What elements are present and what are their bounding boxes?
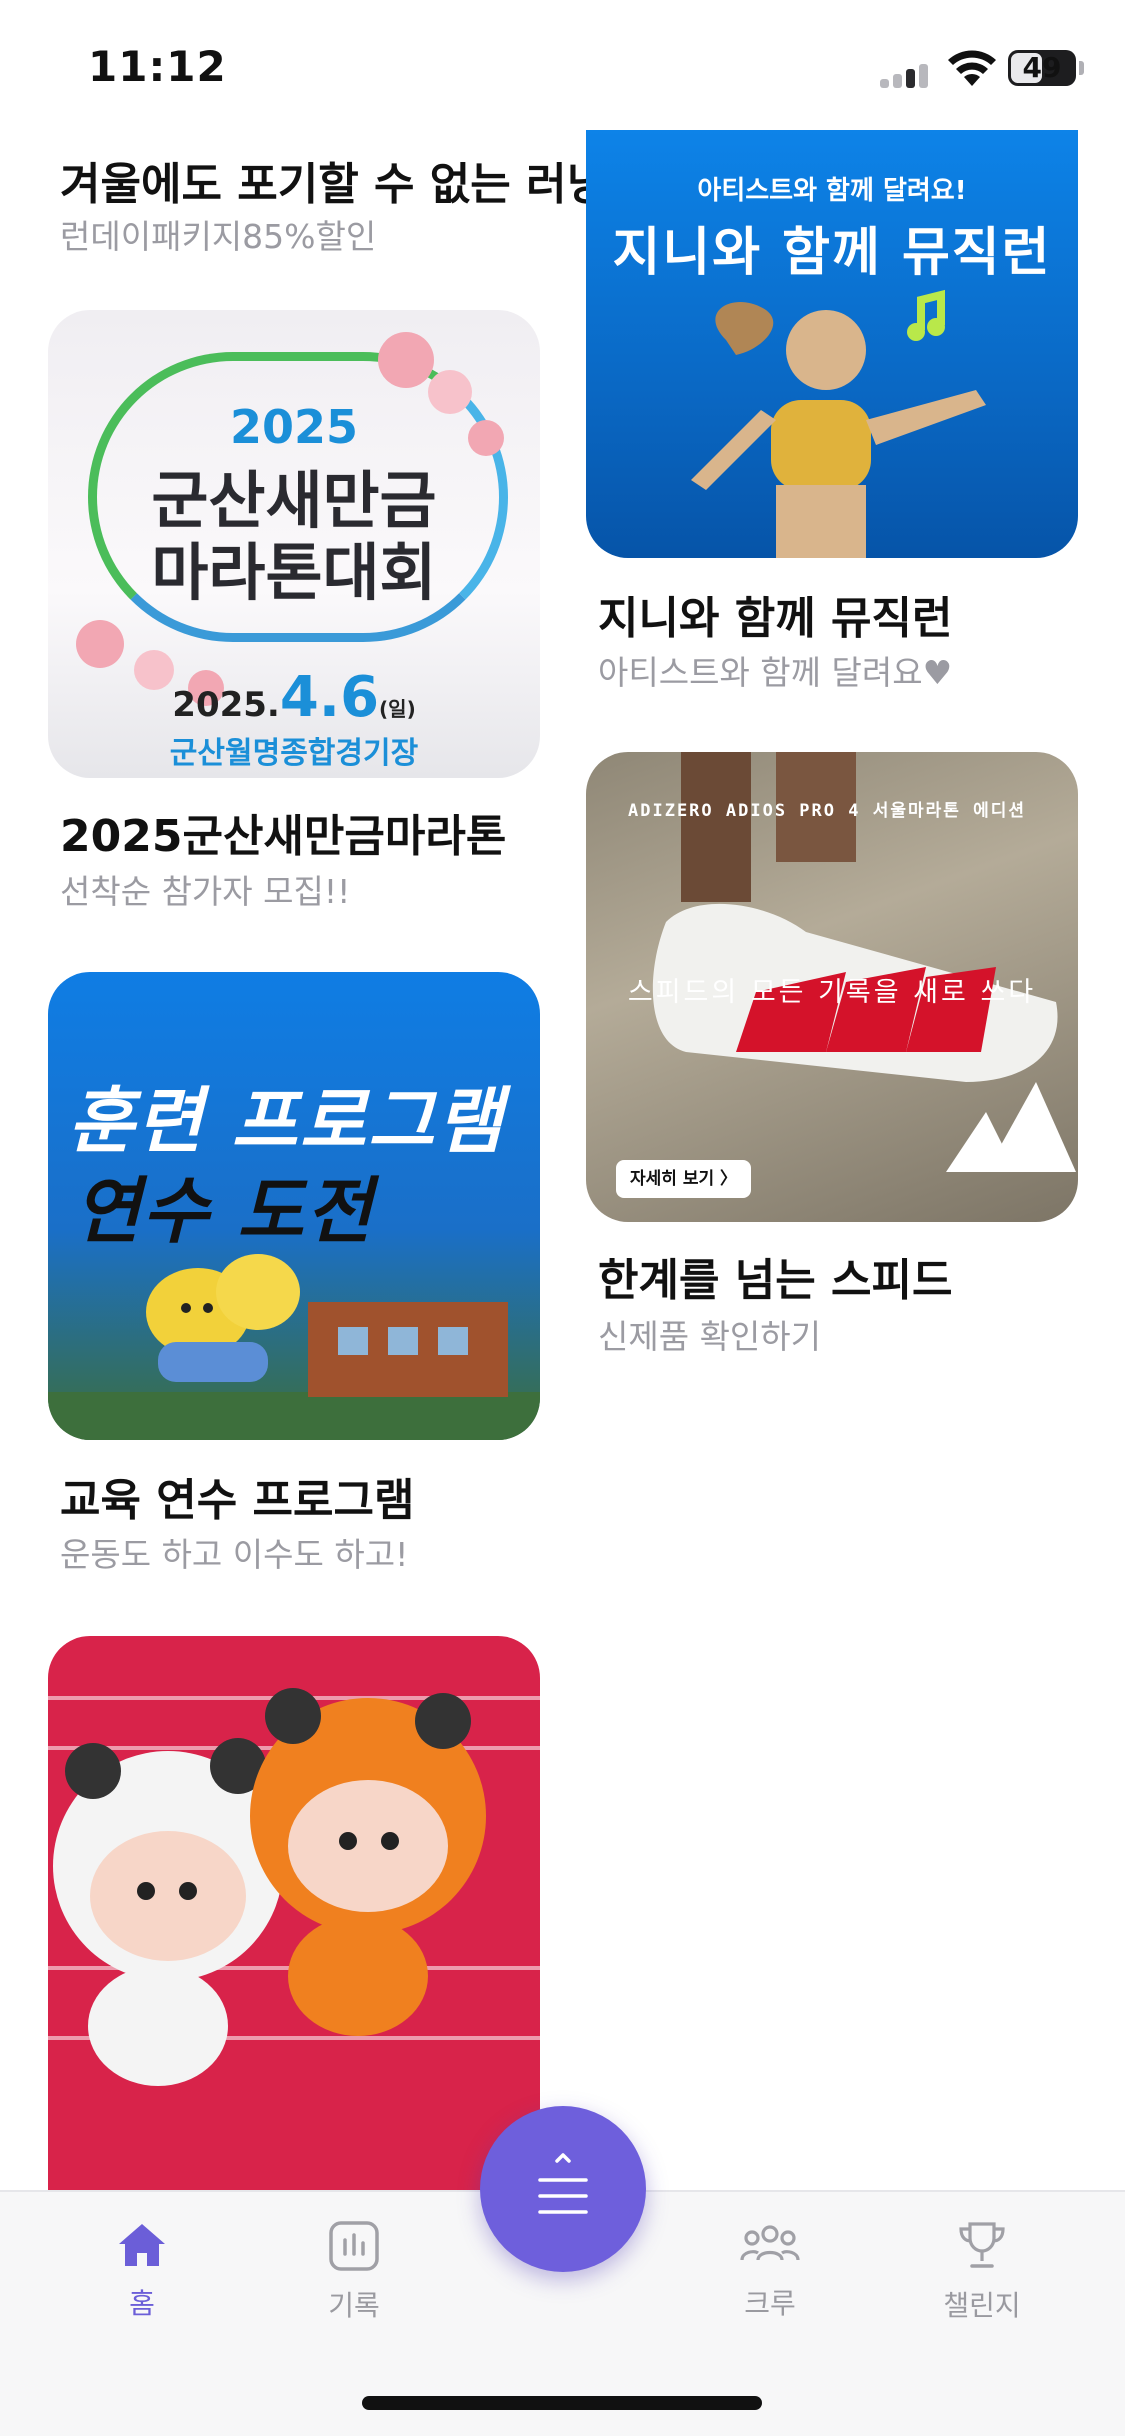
card-subtitle: 선착순 참가자 모집!!: [60, 872, 351, 911]
training-illustration: [48, 1254, 540, 1440]
battery-level: 49: [1022, 51, 1062, 84]
card-title: 교육 연수 프로그램: [60, 1475, 415, 1526]
view-details-button[interactable]: 자세히 보기 〉: [616, 1160, 752, 1198]
home-icon: [119, 2224, 165, 2266]
card-subtitle: 아티스트와 함께 달려요♥: [598, 653, 953, 692]
banner-card-training-program[interactable]: 훈련 프로그램 연수 도전 교육 연수 프로그램 운동도 하고 이수도 하고!: [48, 972, 540, 1574]
nav-challenge[interactable]: 챌린지: [902, 2220, 1062, 2330]
nav-home[interactable]: 홈: [62, 2220, 222, 2330]
status-time: 11:12: [88, 42, 227, 91]
tiger-illustration: [53, 1688, 486, 2086]
training-banner-image: 훈련 프로그램 연수 도전: [48, 972, 540, 1440]
banner-card-tiger[interactable]: [48, 1636, 540, 2190]
menu-fab-button[interactable]: [480, 2106, 646, 2272]
nav-label-home: 홈: [129, 2287, 155, 2320]
runner-illustration: [691, 289, 986, 558]
card-title: 겨울에도 포기할 수 없는 러닝: [60, 159, 608, 210]
nav-label-crew: 크루: [744, 2287, 796, 2320]
card-subtitle: 운동도 하고 이수도 하고!: [60, 1535, 409, 1574]
crew-icon: [740, 2225, 800, 2261]
card-title: 2025군산새만금마라톤: [60, 811, 507, 862]
trophy-icon: [959, 2222, 1005, 2268]
battery-icon: 49: [1008, 50, 1076, 86]
shoe-ad-image: ADIZERO ADIOS PRO 4 서울마라톤 에디션 스피드의 모든 기록…: [586, 752, 1078, 1222]
nav-records[interactable]: 기록: [274, 2220, 434, 2330]
status-bar: 11:12 49: [0, 0, 1125, 130]
card-subtitle: 런데이패키지85%할인: [60, 217, 377, 256]
home-indicator: [362, 2396, 762, 2410]
marathon-banner-image: 2025 군산새만금 마라톤대회 2025.4.6(일) 군산월명종합경기장: [48, 310, 540, 778]
banner-card-speed[interactable]: ADIZERO ADIOS PRO 4 서울마라톤 에디션 스피드의 모든 기록…: [586, 752, 1078, 1356]
banner-card-music-run[interactable]: 아티스트와 함께 달려요! 지니와 함께 뮤직런 지니와 함께 뮤직런 아티스트…: [586, 130, 1078, 692]
banner-card-gunsan-marathon[interactable]: 2025 군산새만금 마라톤대회 2025.4.6(일) 군산월명종합경기장 2…: [48, 310, 540, 911]
menu-icon: [538, 2153, 588, 2214]
banner-card-winter-running[interactable]: 겨울에도 포기할 수 없는 러닝 런데이패키지85%할인: [48, 130, 607, 260]
nav-label-challenge: 챌린지: [943, 2289, 1021, 2322]
chart-icon: [329, 2221, 379, 2271]
wifi-icon: [948, 50, 996, 86]
music-run-banner-image: 아티스트와 함께 달려요! 지니와 함께 뮤직런: [586, 130, 1078, 558]
nav-label-records: 기록: [328, 2289, 380, 2322]
card-subtitle: 신제품 확인하기: [598, 1317, 822, 1356]
card-title: 지니와 함께 뮤직런: [598, 593, 953, 644]
card-title: 한계를 넘는 스피드: [598, 1255, 953, 1306]
cellular-signal-icon: [880, 62, 932, 88]
nav-crew[interactable]: 크루: [690, 2220, 850, 2330]
tiger-banner-image: [48, 1636, 540, 2190]
content-feed[interactable]: 겨울에도 포기할 수 없는 러닝 런데이패키지85%할인 2025 군산새만금 …: [0, 130, 1125, 2190]
